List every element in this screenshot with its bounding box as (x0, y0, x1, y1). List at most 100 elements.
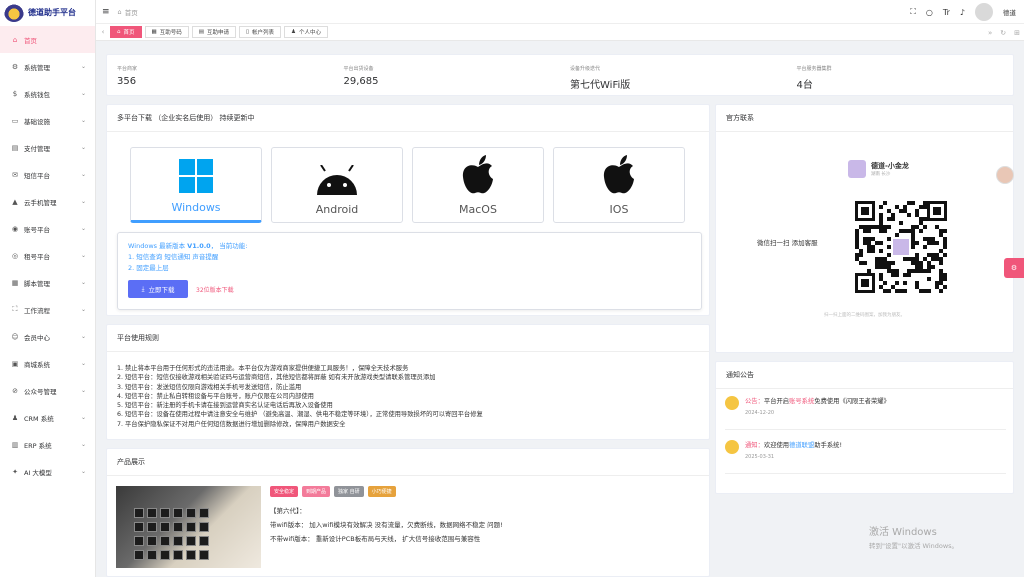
product-description: 【第六代】： 带wifi版本： 加入wifi模块有效解决 没有流量，欠费断线，数… (270, 504, 503, 546)
rule-line: 4. 短信平台：禁止私自转租设备与平台账号，账户仅限在公司内部使用 (117, 392, 314, 400)
platform-macos[interactable]: MacOS (412, 147, 544, 223)
sidebar-item-label: 脚本管理 (24, 279, 50, 288)
product-line: 带wifi版本： 加入wifi模块有效解决 没有流量，欠费断线，数据网络不稳定 … (270, 521, 503, 529)
sidebar-item[interactable]: ▤ 支付管理 ⌄ (0, 134, 95, 161)
sidebar-item[interactable]: ▥ ERP 系统 ⌄ (0, 431, 95, 458)
chevron-down-icon: ⌄ (80, 117, 86, 124)
notice-date: 2024-12-20 (745, 410, 775, 416)
sidebar-menu: ⌂ 首页 ⚙ 系统管理 ⌄ $ 系统钱包 ⌄ ▭ 基础设施 ⌄ ▤ 支付管理 ⌄ ✉ 短信平台 ⌄ ▲ 云手机管理 ⌄… (0, 26, 95, 485)
version-line: Windows 最新版本 V1.0.0， 当前功能: (128, 242, 248, 250)
sidebar-item[interactable]: ◉ 账号平台 ⌄ (0, 215, 95, 242)
rule-line: 3. 短信平台：发送短信仅限向游戏相关手机号发送短信，防止滥用 (117, 383, 302, 391)
platform-list: Windows Android MacOS IOS (130, 147, 685, 223)
tab[interactable]: ⌂ 首页 (110, 26, 142, 38)
sidebar-item[interactable]: ◎ 租号平台 ⌄ (0, 242, 95, 269)
chevron-down-icon: ⌄ (80, 468, 86, 475)
logo-image (4, 2, 24, 22)
download-icon: ⤓ (141, 284, 145, 293)
tab[interactable]: ▯ 帐户列表 (238, 26, 281, 38)
stat-label: 设备升级迭代 (570, 66, 601, 72)
search-icon[interactable]: ○ (926, 8, 933, 17)
product-tags: 安全稳定 到期产品 独家 自研 小巧便捷 (270, 486, 396, 497)
tab[interactable]: ♟ 个人中心 (284, 26, 328, 38)
sidebar-item[interactable]: ✦ AI 大模型 ⌄ (0, 458, 95, 485)
platform-windows[interactable]: Windows (130, 147, 262, 223)
customer-service-avatar[interactable] (996, 166, 1014, 184)
chevron-down-icon: ⌄ (80, 414, 86, 421)
official-account-icon: ⊘ (12, 386, 18, 395)
stat-item: 设备升级迭代第七代WiFi版 (560, 55, 787, 95)
platform-label: Android (315, 203, 359, 216)
header: ≡ ⌂ 首页 ⛶ ○ Tr ♪ 德道 (96, 0, 1024, 24)
contact-card: 官方联系 德道-小金龙 湖南 长沙 微信扫一扫 添加客服 扫一扫上面的二维码图案… (715, 104, 1014, 353)
platform-ios[interactable]: IOS (553, 147, 685, 223)
product-tag: 独家 自研 (334, 486, 364, 497)
member-icon: ☺ (11, 332, 19, 341)
qr-note: 扫一扫上面的二维码图案，加我为朋友。 (824, 313, 905, 318)
breadcrumb-item[interactable]: 首页 (125, 7, 138, 17)
sidebar-item[interactable]: ☺ 会员中心 ⌄ (0, 323, 95, 350)
notice-item[interactable]: 通知：欢迎使用德道联盟助手系统! 2025-03-31 (725, 440, 842, 460)
chevron-down-icon: ⌄ (80, 441, 86, 448)
platform-label: Windows (171, 201, 221, 214)
sidebar-item[interactable]: ⛶ 工作流程 ⌄ (0, 296, 95, 323)
sidebar-item-label: ERP 系统 (24, 441, 52, 450)
chevron-down-icon: ⌄ (80, 306, 86, 313)
sidebar-item[interactable]: ♟ CRM 系统 ⌄ (0, 404, 95, 431)
sidebar-item[interactable]: ▭ 基础设施 ⌄ (0, 107, 95, 134)
sidebar-item[interactable]: ⊘ 公众号管理 ⌄ (0, 377, 95, 404)
chevron-down-icon: ⌄ (80, 144, 86, 151)
tabs-bar: ‹ ⌂ 首页 ▦ 互助号码 ▤ 互助申请 ▯ 帐户列表 ♟ 个人中心 » ↻ ⊞ (96, 24, 1024, 41)
chevron-down-icon: ⌄ (80, 333, 86, 340)
sidebar-item-label: 系统管理 (24, 63, 50, 72)
menu-toggle-icon[interactable]: ≡ (102, 7, 110, 17)
tab-scroll-right-icon[interactable]: » (988, 29, 992, 37)
download-title: 多平台下载 （企业实名后使用） 持续更新中 (107, 105, 709, 132)
sidebar-item[interactable]: ⚙ 系统管理 ⌄ (0, 53, 95, 80)
notice-item[interactable]: 公告：平台开启账号系统免费使用《闪限王者荣耀》 2024-12-20 (725, 396, 890, 416)
rules-body: 1. 禁止将本平台用于任何形式的违法用途。本平台仅为游戏商家提供便捷工具服务！，… (107, 352, 709, 441)
logo[interactable]: 德道助手平台 (0, 0, 95, 24)
user-icon: ♟ (291, 29, 296, 35)
ai-icon: ✦ (12, 467, 18, 476)
contact-name: 德道-小金龙 (871, 162, 909, 170)
platform-android[interactable]: Android (271, 147, 403, 223)
download-32bit-link[interactable]: 32位版本下载 (196, 285, 234, 294)
username[interactable]: 德道 (1003, 7, 1016, 17)
windows-icon (179, 159, 213, 193)
sidebar-item-label: 支付管理 (24, 144, 50, 153)
chevron-down-icon: ⌄ (80, 279, 86, 286)
sidebar-item[interactable]: $ 系统钱包 ⌄ (0, 80, 95, 107)
refresh-icon[interactable]: ↻ (1000, 29, 1006, 37)
tab-menu-icon[interactable]: ⊞ (1014, 29, 1020, 37)
version-info: Windows 最新版本 V1.0.0， 当前功能: 1. 短信查询 短信通知 … (117, 232, 702, 310)
sidebar-item[interactable]: ✉ 短信平台 ⌄ (0, 161, 95, 188)
breadcrumb: ⌂ 首页 (118, 7, 138, 17)
divider (725, 473, 1006, 474)
stat-label: 平台商家 (117, 66, 138, 72)
tab[interactable]: ▤ 互助申请 (191, 26, 236, 38)
notice-link[interactable]: 账号系统 (789, 398, 814, 405)
sidebar-item[interactable]: ▣ 商城系统 ⌄ (0, 350, 95, 377)
fullscreen-icon[interactable]: ⛶ (910, 7, 916, 17)
tab-scroll-left-icon[interactable]: ‹ (96, 28, 110, 36)
sidebar-item[interactable]: ▦ 脚本管理 ⌄ (0, 269, 95, 296)
tab[interactable]: ▦ 互助号码 (144, 26, 189, 38)
home-icon: ⌂ (117, 7, 122, 16)
wechat-icon: ◉ (11, 224, 19, 233)
doc-icon: ▯ (245, 29, 249, 35)
settings-float-button[interactable]: ⚙ (1004, 258, 1024, 278)
bell-icon[interactable]: ♪ (960, 8, 965, 17)
sidebar-item[interactable]: ⌂ 首页 (0, 26, 95, 53)
android-icon (317, 165, 357, 195)
download-button[interactable]: ⤓ 立即下载 (128, 280, 188, 298)
notice-link[interactable]: 德道联盟 (789, 442, 814, 449)
font-size-icon[interactable]: Tr (943, 8, 950, 17)
divider (725, 429, 1006, 430)
notice-title: 通知公告 (716, 362, 1013, 389)
sidebar-item-label: AI 大模型 (24, 468, 52, 477)
sidebar-item[interactable]: ▲ 云手机管理 ⌄ (0, 188, 95, 215)
stat-value: 第七代WiFi版 (570, 80, 631, 91)
avatar[interactable] (975, 3, 993, 21)
product-image (116, 486, 261, 568)
